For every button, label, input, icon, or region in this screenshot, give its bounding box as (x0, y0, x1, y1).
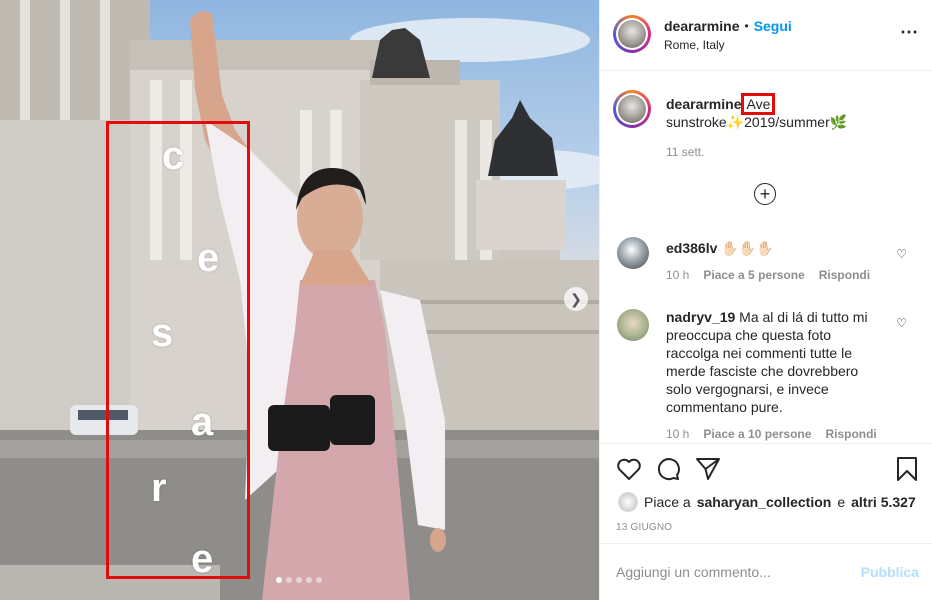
avatar[interactable] (613, 15, 651, 53)
comment-like-heart-icon[interactable]: ♡ (896, 316, 907, 330)
follow-button[interactable]: Segui (754, 18, 792, 34)
comment-like-heart-icon[interactable]: ♡ (896, 247, 907, 261)
caption-text-part: 2019/summer (744, 114, 830, 130)
comment-time: 10 h (666, 427, 690, 441)
reply-button[interactable]: Rispondi (825, 427, 876, 441)
plus-icon: + (759, 184, 771, 204)
comment-avatar[interactable] (617, 237, 649, 269)
post-date: 13 GIUGNO (616, 522, 673, 533)
chevron-right-icon: ❯ (570, 290, 582, 307)
caption-time: 11 sett. (666, 145, 705, 159)
overlay-letter: r (151, 466, 167, 510)
sparkle-emoji: ✨ (726, 114, 745, 130)
overlay-letter: a (191, 400, 214, 444)
photo-scene (0, 0, 599, 600)
likes-summary: Piace a saharyan_collection e altri 5.32… (618, 492, 916, 512)
post-header: deararmine • Segui Rome, Italy ⋯ (600, 0, 932, 71)
carousel-dot (316, 577, 322, 583)
likes-others-link[interactable]: altri 5.327 (851, 494, 916, 510)
comment-username[interactable]: ed386lv (666, 240, 717, 256)
liker-avatar[interactable] (618, 492, 638, 512)
add-comment-bar: Aggiungi un commento... Pubblica (600, 543, 932, 601)
overlay-letter: e (191, 537, 214, 581)
caption-text-part: sunstroke (666, 114, 727, 130)
carousel-dot (286, 577, 292, 583)
likes-connector: e (837, 494, 846, 510)
header-username[interactable]: deararmine (664, 18, 739, 34)
reply-button[interactable]: Rispondi (819, 268, 870, 282)
comments-section[interactable]: deararmine Ave sunstroke✨2019/summer🌿 11 … (600, 71, 932, 443)
comment-likes[interactable]: Piace a 10 persone (703, 427, 811, 441)
carousel-dot-active (276, 577, 282, 583)
caption: deararmine Ave sunstroke✨2019/summer🌿 11 … (666, 93, 916, 161)
bookmark-icon[interactable] (896, 456, 918, 482)
caption-username[interactable]: deararmine (666, 96, 741, 112)
carousel-indicator (276, 577, 322, 583)
next-photo-button[interactable]: ❯ (564, 287, 588, 311)
like-heart-icon[interactable] (616, 457, 642, 481)
share-send-icon[interactable] (695, 456, 721, 482)
comment-bubble-icon[interactable] (655, 456, 681, 482)
leaf-emoji: 🌿 (829, 114, 848, 130)
carousel-dot (306, 577, 312, 583)
publish-button[interactable]: Pubblica (861, 564, 919, 580)
caption-avatar[interactable] (613, 90, 651, 128)
comment-input[interactable]: Aggiungi un commento... (616, 564, 771, 580)
post-side-panel: deararmine • Segui Rome, Italy ⋯ deararm… (599, 0, 932, 600)
post-photo[interactable]: c e s a r e ❯ (0, 0, 599, 600)
overlay-letter: c (162, 134, 185, 178)
post-actions: Piace a saharyan_collection e altri 5.32… (600, 443, 932, 544)
load-more-comments-button[interactable]: + (754, 183, 776, 205)
separator-dot: • (744, 19, 749, 33)
more-options-icon[interactable]: ⋯ (900, 22, 919, 43)
overlay-letter: e (197, 236, 220, 280)
caption-highlight-ave: Ave (741, 93, 776, 115)
comment-avatar[interactable] (617, 309, 649, 341)
comment-likes[interactable]: Piace a 5 persone (703, 268, 804, 282)
comment-time: 10 h (666, 268, 690, 282)
carousel-dot (296, 577, 302, 583)
location-link[interactable]: Rome, Italy (664, 38, 725, 52)
comment-text: ✋🏻✋🏻✋🏻 (721, 240, 774, 256)
highlight-box-cesare (106, 121, 250, 579)
likes-prefix: Piace a (644, 494, 691, 510)
comment-item: ed386lv ✋🏻✋🏻✋🏻 10 h Piace a 5 persone Ri… (666, 239, 896, 282)
overlay-letter: s (151, 311, 174, 355)
comment-item: nadryv_19 Ma al di lá di tutto mi preocc… (666, 308, 878, 441)
liker-username[interactable]: saharyan_collection (697, 494, 832, 510)
comment-username[interactable]: nadryv_19 (666, 309, 735, 325)
